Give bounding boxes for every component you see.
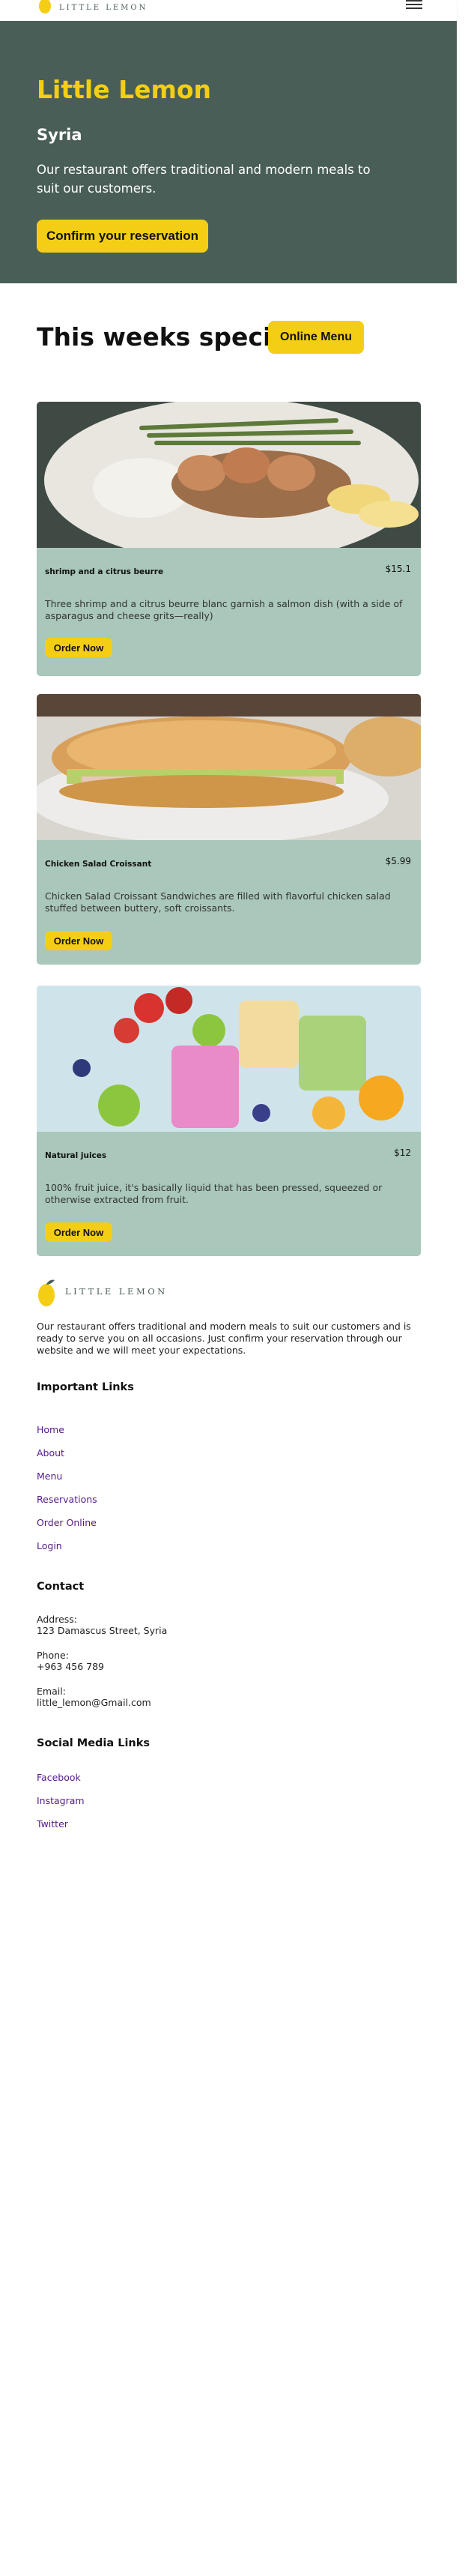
footer-link-instagram[interactable]: Instagram	[37, 1795, 85, 1806]
hamburger-icon[interactable]	[406, 0, 422, 9]
card-price: $15.1	[385, 564, 411, 574]
footer-link-about[interactable]: About	[37, 1447, 64, 1459]
online-menu-button[interactable]: Online Menu	[268, 321, 364, 354]
phone-value: +963 456 789	[37, 1661, 104, 1672]
footer-link-login[interactable]: Login	[37, 1540, 62, 1551]
footer-link-order-online[interactable]: Order Online	[37, 1517, 97, 1528]
footer-about: Our restaurant offers traditional and mo…	[37, 1321, 411, 1356]
confirm-reservation-button[interactable]: Confirm your reservation	[37, 220, 208, 253]
footer-link-twitter[interactable]: Twitter	[37, 1818, 68, 1830]
card-name: Natural juices	[45, 1151, 107, 1160]
special-card: Chicken Salad Croissant $5.99 Chicken Sa…	[37, 694, 421, 965]
footer-link-menu[interactable]: Menu	[37, 1471, 62, 1482]
card-description: Three shrimp and a citrus beurre blanc g…	[45, 598, 403, 621]
card-price: $12	[394, 1147, 411, 1158]
card-description: Chicken Salad Croissant Sandwiches are f…	[45, 890, 391, 914]
social-links-heading: Social Media Links	[37, 1737, 151, 1749]
email-value: little_lemon@Gmail.com	[37, 1697, 151, 1708]
footer-logo[interactable]: LITTLE LEMON	[37, 1274, 168, 1309]
order-now-button[interactable]: Order Now	[45, 638, 112, 657]
juices-image	[37, 986, 421, 1132]
order-now-button[interactable]: Order Now	[45, 931, 112, 950]
hero-city: Syria	[37, 126, 82, 144]
footer-link-facebook[interactable]: Facebook	[37, 1772, 81, 1783]
footer-link-home[interactable]: Home	[37, 1424, 64, 1435]
shrimp-dish-image	[37, 402, 421, 548]
footer-link-reservations[interactable]: Reservations	[37, 1494, 97, 1505]
card-name: Chicken Salad Croissant	[45, 860, 152, 869]
hero-title: Little Lemon	[37, 75, 212, 104]
croissant-image	[37, 694, 421, 840]
nav-logo[interactable]: LITTLE LEMON	[37, 0, 148, 15]
card-price: $5.99	[385, 856, 411, 866]
lemon-logo-icon	[38, 1279, 55, 1306]
order-now-button[interactable]: Order Now	[45, 1222, 112, 1242]
hero-section: Little Lemon Syria Our restaurant offers…	[0, 21, 457, 283]
special-card: Natural juices $12 100% fruit juice, it'…	[37, 986, 421, 1256]
email-label: Email:	[37, 1686, 66, 1697]
nav-logo-text: LITTLE LEMON	[59, 3, 148, 12]
address-label: Address:	[37, 1614, 77, 1625]
important-links-heading: Important Links	[37, 1381, 134, 1393]
contact-heading: Contact	[37, 1581, 85, 1593]
lemon-logo-icon	[39, 0, 51, 13]
address-value: 123 Damascus Street, Syria	[37, 1625, 168, 1636]
phone-label: Phone:	[37, 1650, 69, 1661]
special-card: shrimp and a citrus beurre $15.1 Three s…	[37, 402, 421, 676]
navbar: LITTLE LEMON	[0, 0, 457, 21]
card-description: 100% fruit juice, it's basically liquid …	[45, 1182, 383, 1205]
card-name: shrimp and a citrus beurre	[45, 567, 164, 576]
hero-description: Our restaurant offers traditional and mo…	[37, 163, 371, 196]
footer-logo-text: LITTLE LEMON	[65, 1286, 168, 1297]
